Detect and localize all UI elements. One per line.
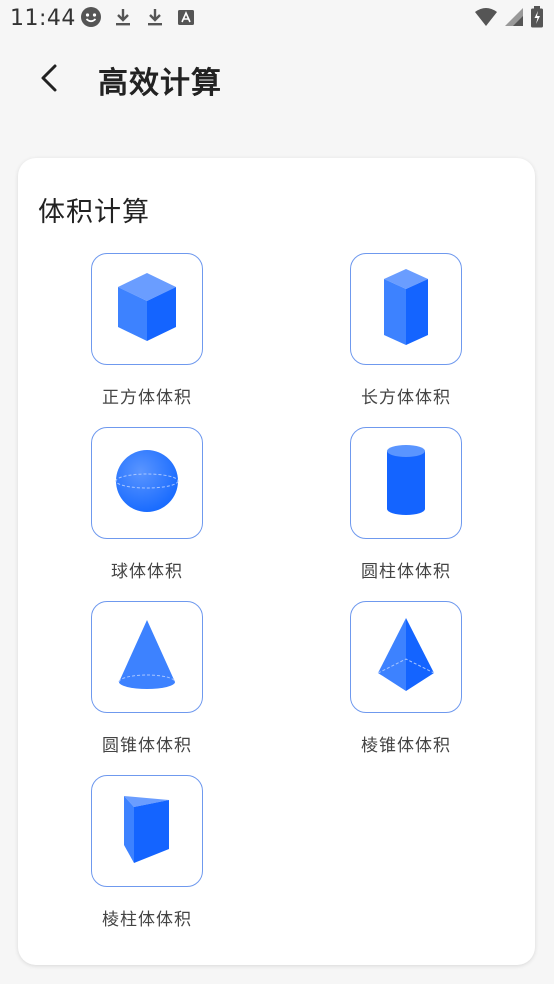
tile-prism-volume[interactable]: 棱柱体体积 (67, 775, 227, 935)
sphere-icon (112, 446, 182, 520)
wifi-icon (474, 7, 498, 31)
cuboid-icon (381, 265, 431, 353)
chevron-left-icon (37, 63, 63, 97)
tile-label: 圆锥体体积 (102, 736, 192, 756)
status-time: 11:44 (10, 6, 76, 31)
section-title: 体积计算 (38, 197, 150, 228)
tile-label: 棱柱体体积 (102, 910, 192, 930)
volume-calculation-card: 体积计算 正方体体积 长方体体积 球体体积 圆柱体体积 圆锥体体积 棱锥体体积 … (18, 158, 535, 965)
tile-cube-volume[interactable]: 正方体体积 (67, 253, 227, 413)
tile-label: 球体体积 (111, 562, 183, 582)
download-icon (112, 6, 134, 32)
cylinder-icon (382, 441, 430, 525)
pyramid-icon (375, 615, 437, 699)
tile-icon-frame (91, 601, 203, 713)
tile-cylinder-volume[interactable]: 圆柱体体积 (326, 427, 486, 587)
cube-icon (112, 269, 182, 349)
status-bar: 11:44 (0, 0, 554, 38)
signal-icon (504, 7, 524, 31)
battery-icon (530, 6, 544, 32)
tile-icon-frame (350, 427, 462, 539)
tile-icon-frame (91, 775, 203, 887)
tile-cuboid-volume[interactable]: 长方体体积 (326, 253, 486, 413)
tile-cone-volume[interactable]: 圆锥体体积 (67, 601, 227, 761)
font-a-icon (176, 7, 196, 31)
tile-icon-frame (350, 601, 462, 713)
tile-label: 长方体体积 (361, 388, 451, 408)
download-icon (144, 6, 166, 32)
tile-icon-frame (91, 427, 203, 539)
tile-icon-frame (350, 253, 462, 365)
cone-icon (115, 617, 179, 697)
tile-label: 圆柱体体积 (361, 562, 451, 582)
smiley-icon (80, 6, 102, 32)
app-bar: 高效计算 (0, 44, 554, 116)
back-button[interactable] (26, 56, 74, 104)
tile-sphere-volume[interactable]: 球体体积 (67, 427, 227, 587)
status-system-icons (474, 6, 544, 32)
tile-label: 棱锥体体积 (361, 736, 451, 756)
tile-pyramid-volume[interactable]: 棱锥体体积 (326, 601, 486, 761)
page-title: 高效计算 (98, 66, 222, 101)
tile-label: 正方体体积 (102, 388, 192, 408)
status-notification-icons (80, 7, 196, 31)
prism-icon (119, 791, 175, 871)
tile-icon-frame (91, 253, 203, 365)
